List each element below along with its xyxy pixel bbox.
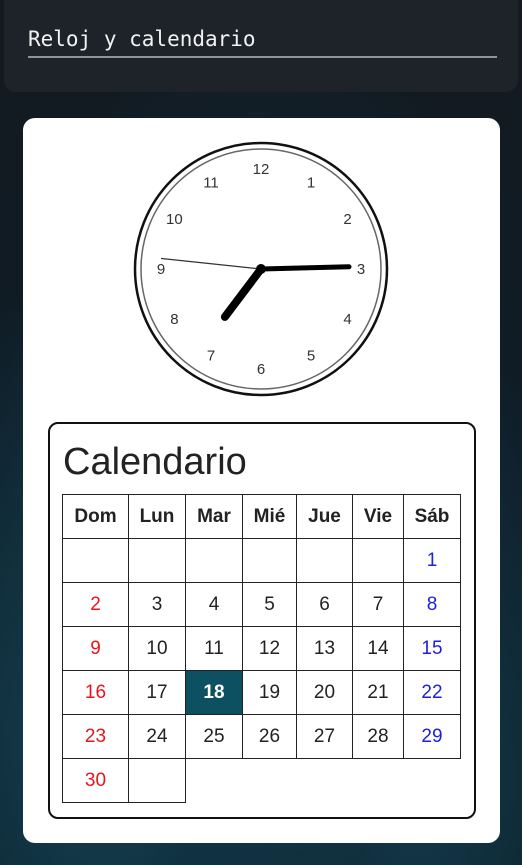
weekday-header: Vie [352,494,404,539]
calendar-day[interactable]: 12 [242,626,297,671]
calendar-table: Dom Lun Mar Mié Jue Vie Sáb 1 2 3 4 5 6 7 8 9 10 11 12 13 1… [62,494,461,803]
header-bar: Reloj y calendario [4,0,518,92]
calendar-day[interactable]: 19 [242,670,297,715]
calendar-day[interactable]: 15 [403,626,461,671]
clock-number: 10 [166,211,183,228]
calendar-day[interactable]: 5 [242,582,297,627]
calendar-week-row: 1 [62,538,461,583]
clock-number: 2 [343,211,351,228]
clock-number: 7 [207,348,215,365]
calendar-day[interactable]: 30 [62,758,129,803]
calendar-blank [243,759,297,803]
calendar-empty-cell [128,758,186,803]
calendar-day[interactable]: 22 [403,670,461,715]
calendar-day[interactable]: 6 [296,582,353,627]
page-title: Reloj y calendario [28,26,497,58]
calendar-day[interactable]: 8 [403,582,461,627]
clock-number: 12 [253,161,270,178]
calendar-blank [297,759,353,803]
calendar-day[interactable]: 18 [185,670,243,715]
calendar-day[interactable]: 7 [352,582,404,627]
calendar-day[interactable]: 28 [352,714,404,759]
calendar-day[interactable]: 1 [403,538,461,583]
calendar-day[interactable]: 21 [352,670,404,715]
weekday-header: Dom [62,494,129,539]
clock-number: 5 [307,348,315,365]
calendar-empty-cell [352,538,404,583]
weekday-header: Mar [185,494,243,539]
clock-number: 8 [170,311,178,328]
calendar-day[interactable]: 17 [128,670,186,715]
clock-number: 9 [157,261,165,278]
weekday-header: Lun [128,494,186,539]
calendar-week-row: 23 24 25 26 27 28 29 [62,714,461,759]
calendar-week-row: 16 17 18 19 20 21 22 [62,670,461,715]
calendar-day[interactable]: 4 [185,582,243,627]
calendar-blank [404,759,461,803]
calendar-blank [353,759,404,803]
calendar-day[interactable]: 3 [128,582,186,627]
calendar-day[interactable]: 10 [128,626,186,671]
calendar-week-row: 9 10 11 12 13 14 15 [62,626,461,671]
calendar-empty-cell [62,538,129,583]
calendar-day[interactable]: 24 [128,714,186,759]
calendar-blank [186,759,243,803]
weekday-header: Jue [296,494,353,539]
weekday-header: Sáb [403,494,461,539]
clock-center-pin [256,264,266,274]
calendar-day[interactable]: 25 [185,714,243,759]
calendar-day[interactable]: 20 [296,670,353,715]
calendar-week-row: 30 [62,758,461,803]
calendar-day[interactable]: 11 [185,626,243,671]
calendar-week-row: 2345678 [62,582,461,627]
minute-hand [258,264,352,272]
clock-number: 11 [203,174,219,191]
weekday-header-row: Dom Lun Mar Mié Jue Vie Sáb [62,494,461,539]
calendar-day[interactable]: 27 [296,714,353,759]
calendar-empty-cell [185,538,243,583]
calendar-day[interactable]: 2 [62,582,129,627]
calendar-day[interactable]: 13 [296,626,353,671]
calendar-empty-cell [296,538,353,583]
calendar-day[interactable]: 9 [62,626,129,671]
calendar-day[interactable]: 26 [242,714,297,759]
calendar-empty-cell [242,538,297,583]
clock-number: 3 [357,261,365,278]
calendar-day[interactable]: 16 [62,670,129,715]
weekday-header: Mié [242,494,297,539]
calendar-day[interactable]: 29 [403,714,461,759]
calendar-panel: Calendario Dom Lun Mar Mié Jue Vie Sáb 1234567… [48,422,476,819]
clock-number: 6 [257,361,265,378]
calendar-title: Calendario [63,441,247,483]
clock-number: 1 [307,174,315,191]
calendar-day[interactable]: 14 [352,626,404,671]
analog-clock: 121234567891011 [133,141,389,397]
clock-number: 4 [343,311,351,328]
calendar-empty-cell [128,538,186,583]
calendar-day[interactable]: 23 [62,714,129,759]
